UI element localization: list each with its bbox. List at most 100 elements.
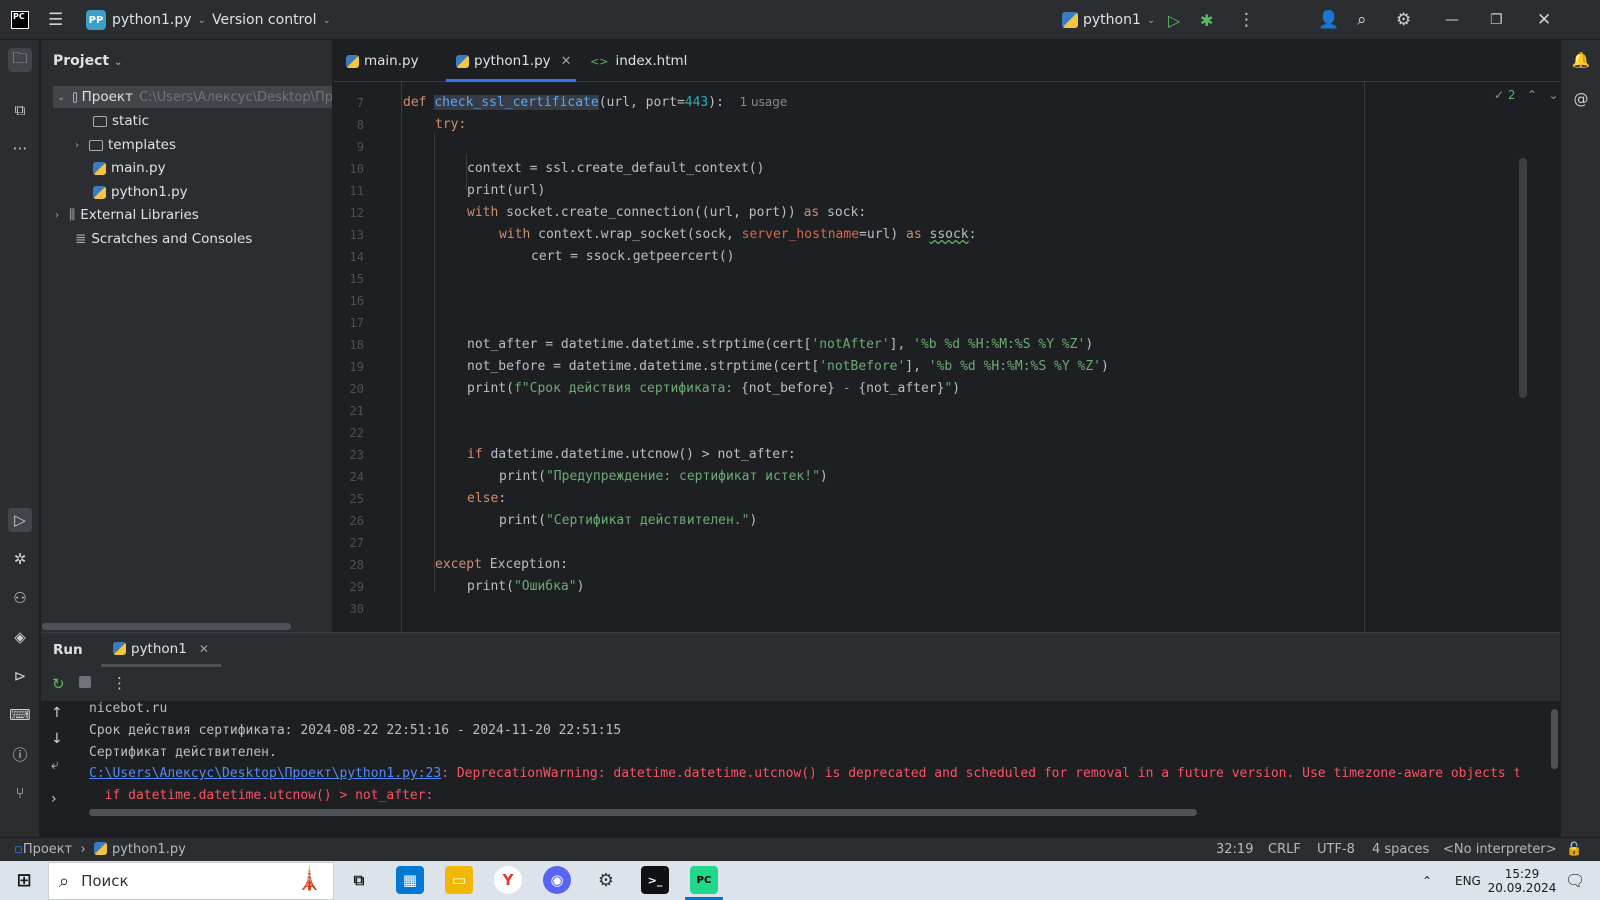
structure-icon[interactable]: ⧉: [8, 98, 32, 122]
tray-expand-icon[interactable]: ⌃: [1422, 861, 1432, 900]
terminal-app-icon[interactable]: >_: [641, 866, 669, 894]
task-view-icon[interactable]: ⧉: [345, 866, 373, 894]
indent-setting[interactable]: 4 spaces: [1372, 842, 1429, 857]
search-icon[interactable]: ⌕: [1357, 0, 1367, 40]
usage-hint: 1 usage: [739, 95, 788, 109]
console-line: Сертификат действителен.: [89, 745, 277, 760]
debug-tool-icon[interactable]: ✲: [8, 547, 32, 571]
python-console-icon[interactable]: ⚇: [8, 586, 32, 610]
notifications-bell-icon[interactable]: 🔔: [1569, 48, 1593, 72]
left-tool-strip: 🗀 ⧉ ⋯ ▷ ✲ ⚇ ◈ ⊳ ⌨ ⓘ ⑂: [0, 40, 40, 837]
line-number: 15: [349, 272, 364, 286]
tree-item-templates[interactable]: › templates: [75, 134, 176, 156]
run-tool-icon[interactable]: ▷: [8, 508, 32, 532]
project-folder-icon[interactable]: 🗀: [8, 48, 32, 72]
code-line-12: with socket.create_connection((url, port…: [467, 205, 867, 220]
run-panel-title: Run: [53, 642, 83, 658]
tree-item-python1-py[interactable]: python1.py: [93, 181, 188, 203]
folder-icon: [73, 91, 77, 103]
version-control-menu[interactable]: Version control ⌄: [212, 0, 331, 40]
code-line-26: print("Сертификат действителен."): [499, 513, 758, 528]
file-explorer-icon[interactable]: ▭: [445, 866, 473, 894]
run-toolbar: ↻ ⋮: [41, 667, 1560, 701]
store-icon[interactable]: ▦: [396, 866, 424, 894]
right-tool-strip: 🔔 @: [1560, 40, 1600, 837]
ai-assistant-icon[interactable]: @: [1569, 87, 1593, 111]
tree-item-label: Scratches and Consoles: [91, 231, 253, 247]
warning-text: : DeprecationWarning: datetime.datetime.…: [441, 766, 1519, 781]
run-config-selector[interactable]: python1 ⌄: [1062, 0, 1155, 40]
taskbar-search[interactable]: ⌕ Поиск 🗼: [48, 862, 334, 900]
services-icon[interactable]: ⊳: [8, 664, 32, 688]
interpreter-selector[interactable]: <No interpreter>: [1443, 842, 1557, 857]
scroll-down-icon[interactable]: ↓: [51, 731, 63, 747]
more-options-icon[interactable]: ⋮: [112, 674, 127, 692]
close-tab-icon[interactable]: ✕: [199, 642, 209, 656]
line-number: 17: [349, 316, 364, 330]
run-tab-python1[interactable]: python1 ✕: [101, 633, 221, 667]
stop-icon[interactable]: [79, 676, 91, 688]
console-horizontal-scrollbar[interactable]: [89, 809, 1197, 816]
rerun-icon[interactable]: ↻: [52, 675, 65, 693]
scroll-up-icon[interactable]: ↑: [51, 705, 63, 721]
layers-icon[interactable]: ◈: [8, 625, 32, 649]
soft-wrap-icon[interactable]: ⤶: [51, 757, 59, 773]
inspection-widget[interactable]: ✓ 2 ⌃ ⌄: [1494, 88, 1559, 102]
console-line: if datetime.datetime.utcnow() > not_afte…: [89, 788, 434, 803]
tree-item-main-py[interactable]: main.py: [93, 157, 166, 179]
code-line-20: print(f"Срок действия сертификата: {not_…: [467, 381, 961, 396]
file-encoding[interactable]: UTF-8: [1317, 842, 1355, 857]
restore-icon[interactable]: ❐: [1490, 0, 1503, 40]
title-bar: PC ☰ PP python1.py ⌄ Version control ⌄ p…: [0, 0, 1600, 40]
line-separator[interactable]: CRLF: [1268, 842, 1301, 857]
main-menu-icon[interactable]: ☰: [48, 0, 63, 40]
tree-item-external-libraries[interactable]: › ⫼ External Libraries: [55, 204, 199, 226]
notification-center-icon[interactable]: 🗨: [1565, 861, 1585, 900]
problems-icon[interactable]: ⓘ: [8, 742, 32, 766]
pycharm-app-icon[interactable]: PC: [690, 866, 718, 894]
tree-item-static[interactable]: static: [93, 110, 149, 132]
python-file-icon: [93, 842, 107, 855]
git-icon[interactable]: ⑂: [8, 781, 32, 805]
python-file-icon: [346, 54, 359, 68]
python-file-icon: [456, 54, 469, 68]
more-actions-icon[interactable]: ⋮: [1238, 0, 1255, 40]
add-user-icon[interactable]: 👤: [1318, 0, 1339, 40]
run-icon[interactable]: ▷: [1168, 0, 1180, 40]
project-panel-title[interactable]: Project ⌄: [53, 53, 122, 69]
line-number: 19: [349, 360, 364, 374]
tree-root[interactable]: ⌄ Проект C:\Users\Алексус\Desktop\Пр: [53, 86, 332, 108]
clock[interactable]: 15:29 20.09.2024: [1488, 861, 1557, 900]
project-horizontal-scrollbar[interactable]: [42, 623, 291, 630]
expand-icon[interactable]: ›: [51, 791, 57, 807]
more-tools-icon[interactable]: ⋯: [8, 136, 32, 160]
debug-icon[interactable]: ✱: [1200, 0, 1213, 40]
tab-python1-py[interactable]: python1.py ✕: [446, 40, 576, 82]
caret-position[interactable]: 32:19: [1216, 842, 1253, 857]
line-number: 8: [356, 118, 364, 132]
project-switcher[interactable]: PP python1.py ⌄: [86, 0, 206, 40]
console-file-link[interactable]: C:\Users\Алексус\Desktop\Проект\python1.…: [89, 766, 441, 781]
tab-main-py[interactable]: main.py: [346, 40, 431, 82]
line-number: 12: [349, 206, 364, 220]
close-icon[interactable]: ✕: [1537, 0, 1551, 40]
windows-start-icon[interactable]: ⊞: [10, 866, 38, 894]
tree-item-scratches[interactable]: ≣ Scratches and Consoles: [75, 228, 252, 250]
breadcrumb[interactable]: ▫Проект › python1.py: [14, 842, 186, 857]
pycharm-logo[interactable]: PC: [11, 0, 29, 40]
minimize-icon[interactable]: —: [1445, 0, 1459, 40]
right-margin-line: [1364, 82, 1365, 632]
code-editor[interactable]: ✓ 2 ⌃ ⌄ 7 8 9 10 11 12 13 14 15 16 17 18…: [334, 82, 1560, 632]
language-indicator[interactable]: ENG: [1455, 861, 1481, 900]
discord-icon[interactable]: ◉: [543, 866, 571, 894]
console-vertical-scrollbar[interactable]: [1551, 709, 1558, 769]
tab-index-html[interactable]: <> index.html: [590, 40, 687, 82]
terminal-icon[interactable]: ⌨: [8, 703, 32, 727]
close-tab-icon[interactable]: ✕: [561, 54, 572, 69]
lock-icon[interactable]: 🔓: [1566, 842, 1582, 857]
tab-label: python1.py: [474, 53, 551, 69]
yandex-browser-icon[interactable]: Y: [494, 866, 522, 894]
editor-vertical-scrollbar[interactable]: [1519, 158, 1527, 398]
settings-gear-icon[interactable]: ⚙: [1396, 0, 1411, 40]
settings-app-icon[interactable]: ⚙: [592, 866, 620, 894]
